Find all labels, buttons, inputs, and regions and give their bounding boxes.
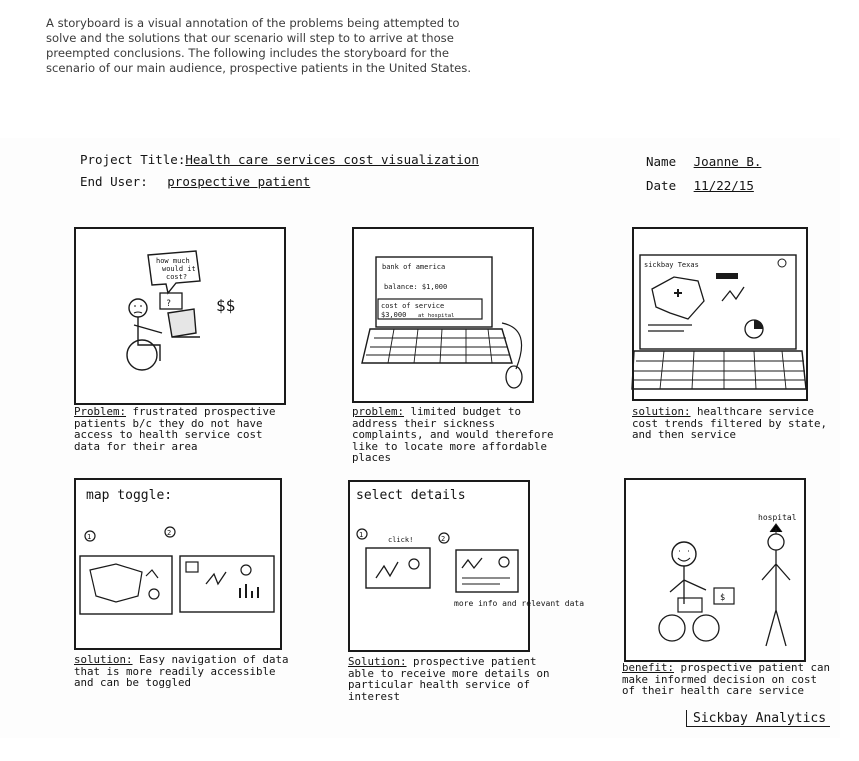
chart-view-card <box>179 555 275 613</box>
panel-3-drawing: sickbay Texas <box>631 254 807 390</box>
panel-1: how much would it cost? ? $$ <box>74 227 286 405</box>
frustrated-person-head <box>128 298 148 318</box>
panel-4-caption: solution: Easy navigation of data that i… <box>74 654 289 689</box>
cost-value: $3,000 <box>381 311 406 319</box>
balance-text: balance: $1,000 <box>384 283 447 291</box>
panel-2-caption: problem: limited budget to address their… <box>352 406 567 464</box>
hospital-label: hospital <box>758 513 797 522</box>
name-label: Name <box>646 154 677 169</box>
panel-5-drawing: 1 2 click! more info and relevant data <box>356 528 584 608</box>
panel-5-caption: Solution: prospective patient able to re… <box>348 656 563 702</box>
svg-text:2: 2 <box>167 529 171 537</box>
date-label: Date <box>646 178 677 193</box>
svg-text:cost?: cost? <box>166 273 187 281</box>
keyboard <box>361 328 513 364</box>
project-title-label: Project Title: <box>80 152 186 167</box>
storyboard-sheet: Project Title:Health care services cost … <box>0 138 840 738</box>
intro-paragraph: A storyboard is a visual annotation of t… <box>46 16 472 75</box>
end-user-line: End User: prospective patient <box>80 174 310 189</box>
svg-text:1: 1 <box>359 531 363 539</box>
svg-text:?: ? <box>166 299 171 309</box>
cost-note: at hospital <box>418 313 454 319</box>
bank-name: bank of america <box>382 263 445 271</box>
end-user-value: prospective patient <box>167 174 311 189</box>
panel-6-caption: benefit: prospective patient can make in… <box>622 662 834 697</box>
line-chart-icon <box>721 286 745 302</box>
panel-3-caption: solution: healthcare service cost trends… <box>632 406 832 441</box>
end-user-label: End User: <box>80 174 148 189</box>
name-value: Joanne B. <box>693 154 762 169</box>
name-line: Name Joanne B. <box>646 154 761 169</box>
wheelchair-icon <box>658 614 686 642</box>
panel-4: map toggle: 1 2 <box>74 478 282 650</box>
laptop-icon <box>167 308 197 338</box>
panel-3: sickbay Texas <box>631 227 808 401</box>
laptop-screen <box>639 254 797 350</box>
detail-note: more info and relevant data <box>454 599 584 608</box>
panel-6: hospital $ <box>624 478 806 662</box>
panel-6-drawing: hospital $ <box>658 513 797 647</box>
project-title-value: Health care services cost visualization <box>185 152 479 167</box>
panel-4-drawing: 1 2 <box>79 526 275 615</box>
texas-map <box>651 276 705 320</box>
panel-2: bank of america balance: $1,000 cost of … <box>352 227 534 403</box>
money-mark: $ <box>720 593 725 603</box>
panel-5: select details 1 2 click! more info and … <box>348 480 584 652</box>
cost-label: cost of service <box>381 302 444 310</box>
svg-text:2: 2 <box>441 535 445 543</box>
svg-text:1: 1 <box>87 533 91 541</box>
panel-1-caption: Problem: frustrated prospective patients… <box>74 406 289 452</box>
signature-label: Sickbay Analytics <box>686 710 831 727</box>
svg-text:would it: would it <box>162 265 196 273</box>
date-value: 11/22/15 <box>693 178 754 193</box>
money-marks: $$ <box>216 296 235 315</box>
click-label: click! <box>388 536 413 544</box>
panel-1-drawing: how much would it cost? ? $$ <box>126 250 235 371</box>
bubble-text: how much <box>156 257 190 265</box>
happy-patient-head <box>671 541 697 567</box>
mouse-icon <box>505 365 523 389</box>
date-line: Date 11/22/15 <box>646 178 754 193</box>
panel-2-drawing: bank of america balance: $1,000 cost of … <box>361 256 523 389</box>
map-label: sickbay Texas <box>644 261 699 269</box>
detail-card <box>455 549 519 593</box>
doctor-head <box>767 533 785 551</box>
project-title-line: Project Title:Health care services cost … <box>80 152 479 167</box>
chart-card-small <box>365 547 431 589</box>
